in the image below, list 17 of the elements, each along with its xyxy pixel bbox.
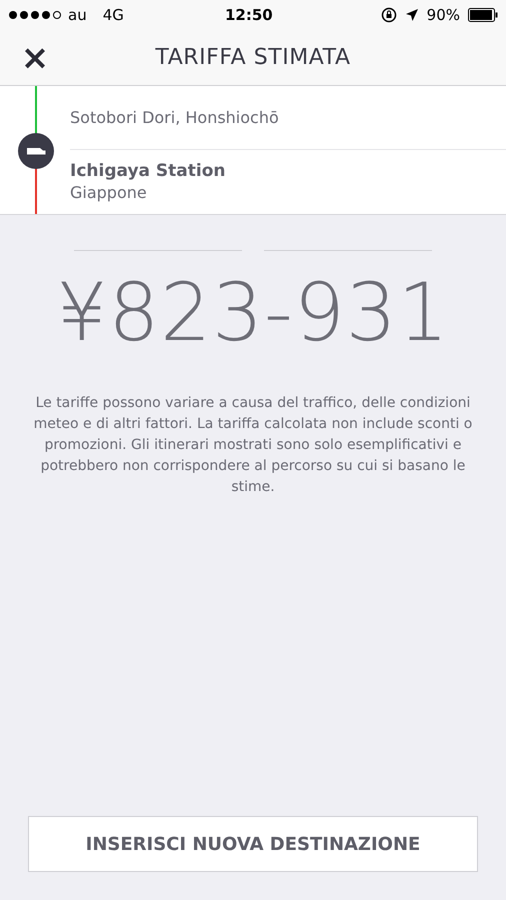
battery-icon — [468, 8, 498, 22]
car-icon — [18, 133, 54, 169]
fare-price: ¥823-931 — [56, 273, 450, 353]
signal-icon — [8, 10, 62, 20]
rotation-lock-icon — [380, 7, 397, 23]
location-arrow-icon — [404, 8, 419, 22]
network-type: 4G — [102, 4, 124, 26]
pickup-address[interactable]: Sotobori Dori, Honshiochō — [70, 106, 279, 130]
carrier-name: au — [68, 4, 87, 26]
new-destination-button[interactable]: INSERISCI NUOVA DESTINAZIONE — [28, 816, 478, 872]
clock: 12:50 — [225, 4, 273, 26]
fare-disclaimer: Le tariffe possono variare a causa del traffico, delle condizioni meteo e di altri fattori. La tariffa calcolata non include sconti o promozioni. Gli itinerari mostrati sono solo esemplificativi e potrebbero non corrispondere al percorso su cui si basano le stime. — [32, 394, 474, 497]
close-button[interactable]: × — [15, 38, 55, 78]
destination-country: Giappone — [70, 182, 148, 203]
battery-percent: 90% — [426, 4, 460, 26]
screen-title: TARIFFA STIMATA — [155, 44, 351, 72]
destination-name[interactable]: Ichigaya Station — [70, 161, 506, 183]
